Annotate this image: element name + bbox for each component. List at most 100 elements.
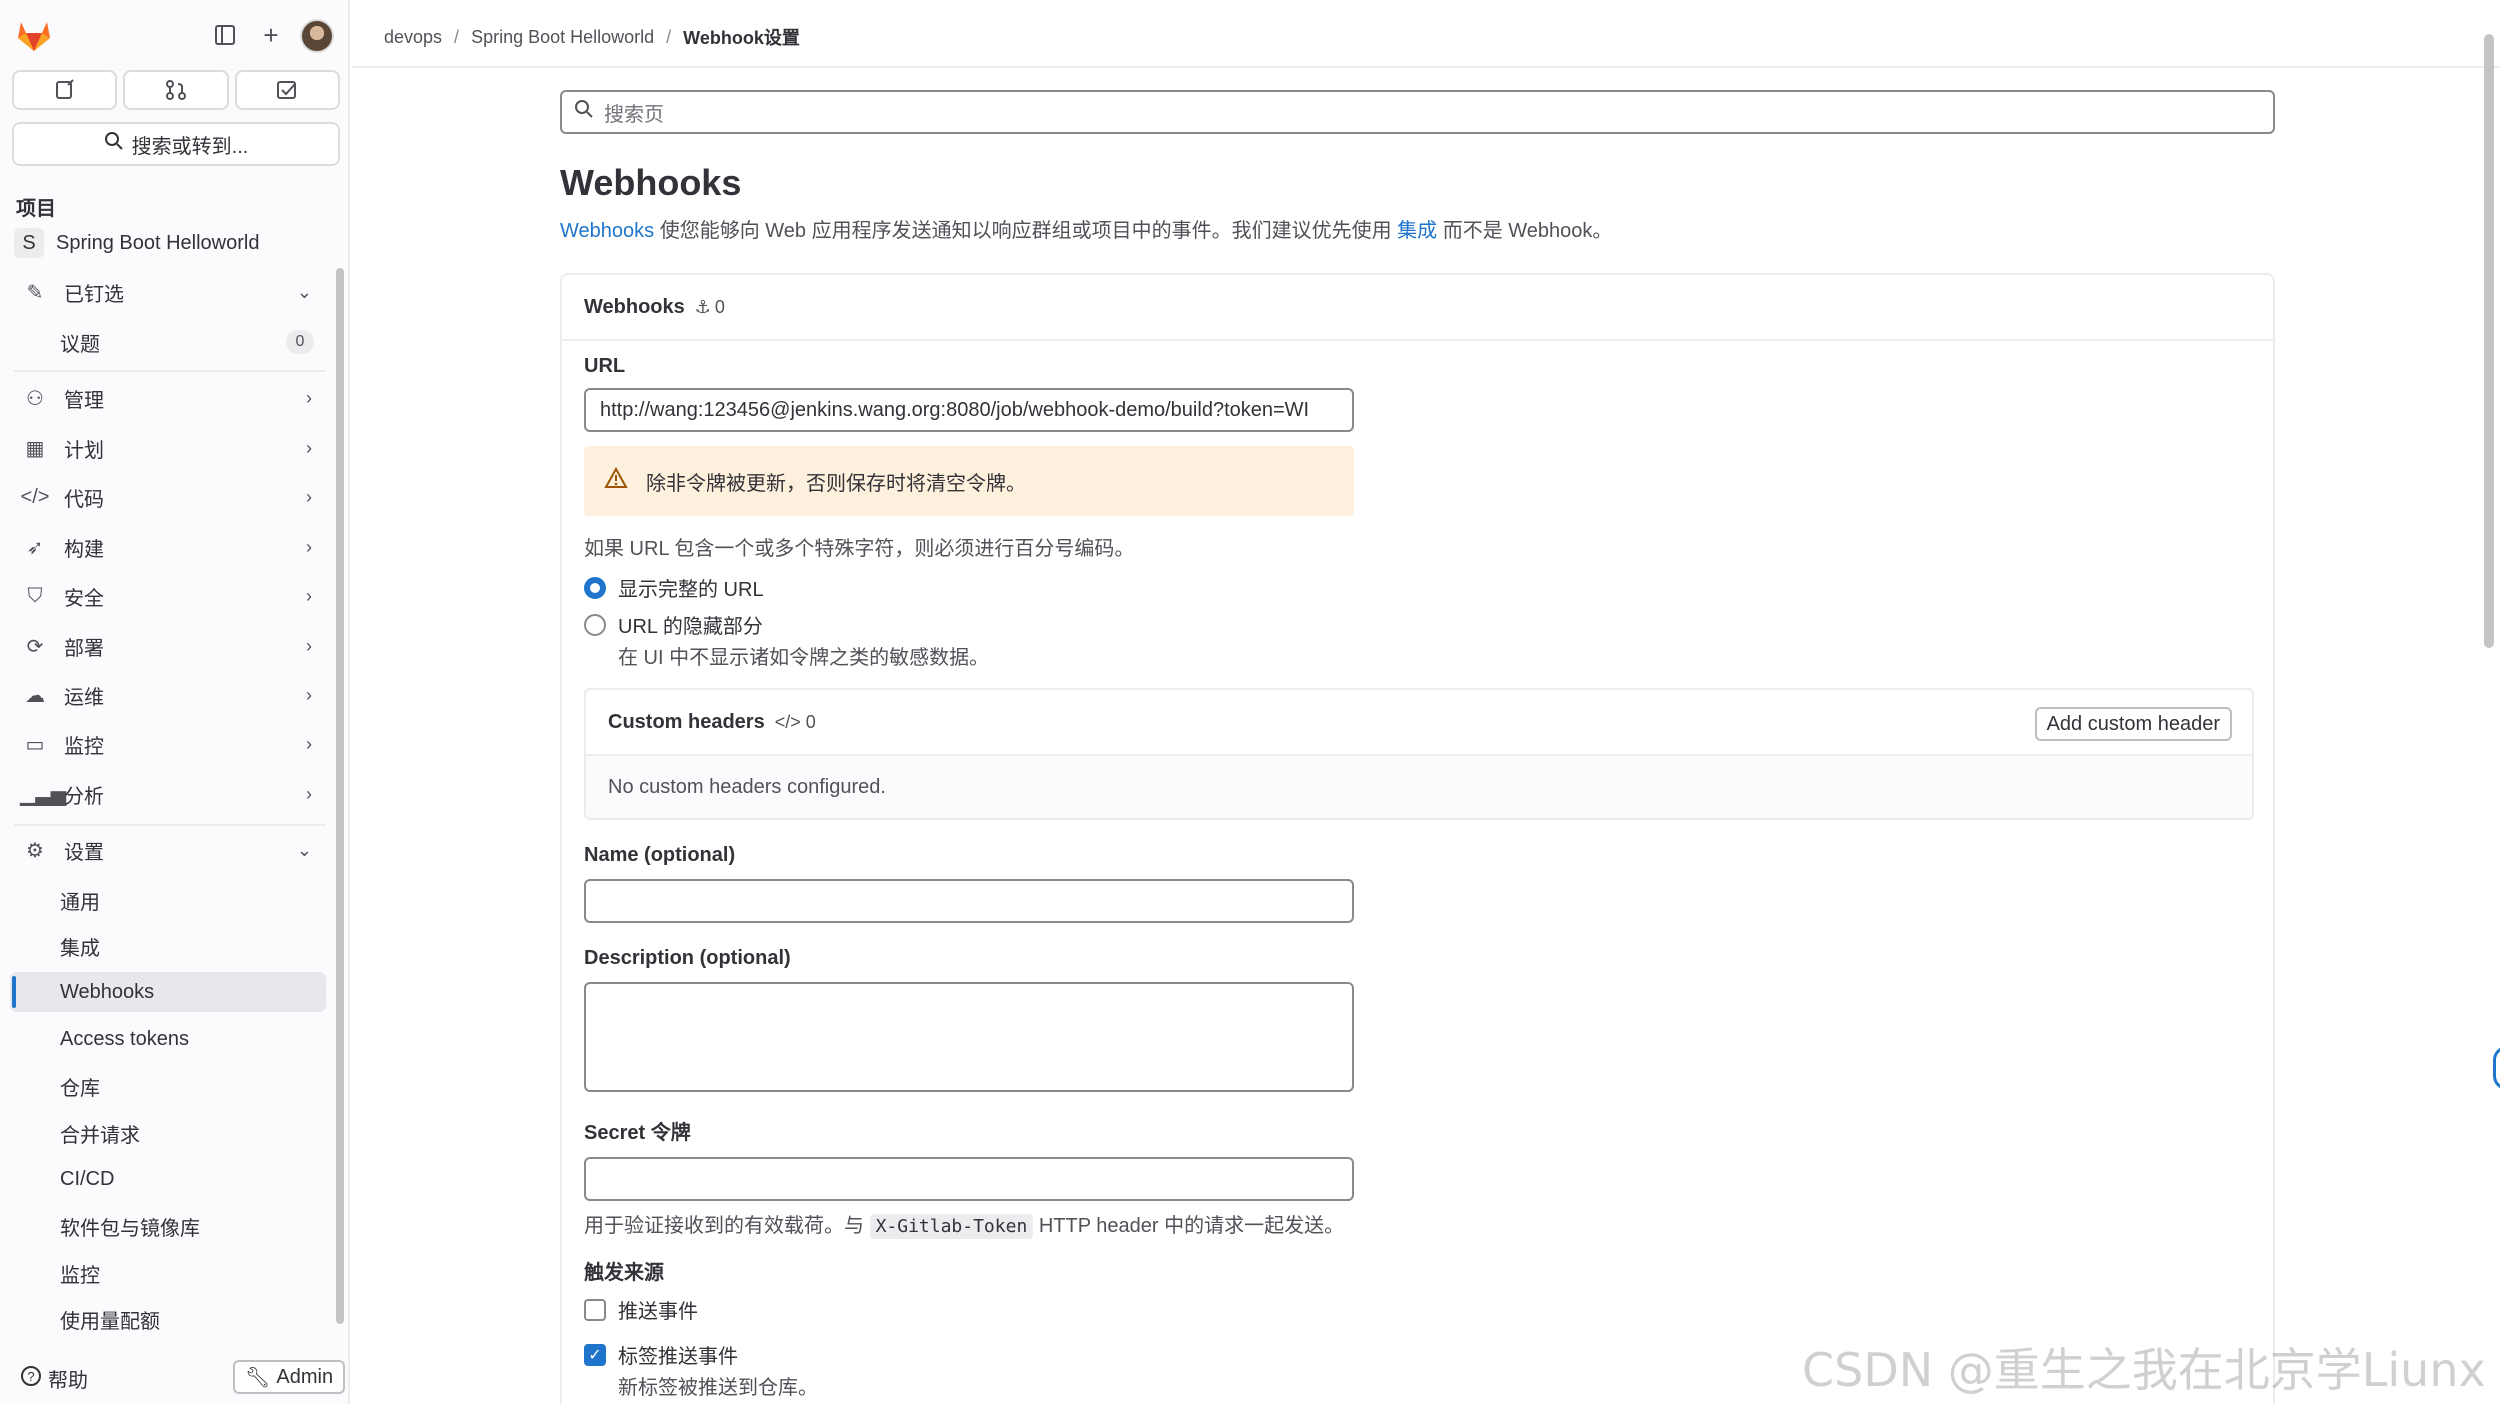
checkbox-label: 标签推送事件 bbox=[618, 1346, 738, 1368]
warning-alert: 除非令牌被更新，否则保存时将清空令牌。 bbox=[584, 446, 1354, 516]
nav-label: 运维 bbox=[64, 686, 104, 709]
nav-monitor[interactable]: ▭ 监控 › bbox=[10, 724, 326, 764]
divider bbox=[14, 370, 326, 372]
lead-text-end: 而不是 Webhook。 bbox=[1437, 220, 1613, 242]
chevron-right-icon: › bbox=[306, 437, 312, 458]
add-custom-header-button[interactable]: Add custom header bbox=[2034, 707, 2232, 741]
avatar[interactable] bbox=[300, 19, 334, 53]
radio-button-checked[interactable] bbox=[584, 576, 606, 599]
nav-settings-merge-requests[interactable]: 合并请求 bbox=[10, 1113, 326, 1153]
project-avatar: S bbox=[14, 228, 44, 258]
todo-icon[interactable] bbox=[234, 70, 340, 110]
custom-headers-header: Custom headers </> 0 Add custom header bbox=[586, 690, 2252, 756]
nav-label: 代码 bbox=[64, 488, 104, 511]
radio-show-full-url[interactable]: 显示完整的 URL bbox=[584, 573, 2254, 602]
secret-help-text: 用于验证接收到的有效载荷。与 X-Gitlab-Token HTTP heade… bbox=[584, 1209, 2254, 1239]
sidebar-scrollbar[interactable] bbox=[336, 268, 344, 1324]
alert-text: 除非令牌被更新，否则保存时将清空令牌。 bbox=[646, 472, 1026, 495]
chevron-right-icon: › bbox=[306, 486, 312, 507]
radio-mask-url[interactable]: URL 的隐藏部分 bbox=[584, 610, 2254, 639]
gear-icon: ⚙ bbox=[26, 839, 44, 862]
gitlab-logo-icon[interactable] bbox=[16, 18, 52, 52]
nav-pinned[interactable]: ✎ 已钉选 ⌄ bbox=[10, 272, 326, 312]
floating-widget[interactable] bbox=[2493, 1046, 2500, 1090]
calendar-icon: ▦ bbox=[25, 437, 45, 460]
project-link[interactable]: S Spring Boot Helloworld bbox=[14, 228, 259, 258]
issues-icon[interactable] bbox=[12, 70, 118, 110]
anchor-icon: ⚓︎ bbox=[694, 296, 711, 317]
nav-settings-cicd[interactable]: CI/CD bbox=[10, 1159, 326, 1199]
plus-icon[interactable]: + bbox=[256, 20, 286, 50]
radio-label: 显示完整的 URL bbox=[618, 579, 764, 601]
admin-label: Admin bbox=[276, 1365, 334, 1388]
deploy-icon: ⟳ bbox=[26, 635, 44, 658]
radio-help-text: 在 UI 中不显示诸如令牌之类的敏感数据。 bbox=[618, 647, 990, 669]
integrations-link[interactable]: 集成 bbox=[1397, 220, 1437, 242]
search-icon bbox=[104, 131, 124, 157]
nav-settings-monitor[interactable]: 监控 bbox=[10, 1253, 326, 1293]
name-input[interactable] bbox=[584, 879, 1354, 923]
count-badge: 0 bbox=[286, 330, 314, 354]
breadcrumb-separator: / bbox=[454, 26, 460, 47]
sidebar-search-button[interactable]: 搜索或转到... bbox=[12, 122, 340, 166]
nav-plan[interactable]: ▦ 计划 › bbox=[10, 428, 326, 468]
nav-settings-integrations[interactable]: 集成 bbox=[10, 926, 326, 966]
code-icon: </> bbox=[20, 485, 50, 508]
nav-label: 议题 bbox=[60, 333, 100, 356]
nav-security[interactable]: ⛉ 安全 › bbox=[10, 576, 326, 616]
nav-manage[interactable]: ⚇ 管理 › bbox=[10, 378, 326, 418]
checkbox[interactable] bbox=[584, 1298, 606, 1321]
nav-settings-repository[interactable]: 仓库 bbox=[10, 1066, 326, 1106]
chevron-right-icon: › bbox=[306, 635, 312, 656]
name-label: Name (optional) bbox=[584, 844, 736, 866]
page-scrollbar[interactable] bbox=[2484, 34, 2494, 648]
webhooks-doc-link[interactable]: Webhooks bbox=[560, 220, 654, 242]
header-code: X-Gitlab-Token bbox=[869, 1214, 1034, 1239]
admin-button[interactable]: 🔧︎ Admin bbox=[233, 1360, 346, 1394]
nav-deploy[interactable]: ⟳ 部署 › bbox=[10, 626, 326, 666]
nav-label: 部署 bbox=[64, 637, 104, 660]
nav-settings-general[interactable]: 通用 bbox=[10, 880, 326, 920]
monitor-icon: ▭ bbox=[25, 733, 45, 756]
nav-label: 使用量配额 bbox=[60, 1310, 160, 1333]
checkbox-checked[interactable]: ✓ bbox=[584, 1343, 606, 1366]
trigger-push-events[interactable]: 推送事件 bbox=[584, 1295, 2254, 1324]
nav-build[interactable]: ➶ 构建 › bbox=[10, 527, 326, 567]
nav-label: 监控 bbox=[64, 735, 104, 758]
nav-settings[interactable]: ⚙ 设置 ⌄ bbox=[10, 830, 326, 870]
chevron-down-icon: ⌄ bbox=[296, 839, 312, 860]
url-input[interactable]: http://wang:123456@jenkins.wang.org:8080… bbox=[584, 388, 1354, 432]
secret-input[interactable] bbox=[584, 1157, 1354, 1201]
nav-code[interactable]: </> 代码 › bbox=[10, 477, 326, 517]
nav-label: 软件包与镜像库 bbox=[60, 1217, 200, 1240]
page-search-input[interactable]: 搜索页 bbox=[560, 90, 2275, 134]
nav-settings-packages[interactable]: 软件包与镜像库 bbox=[10, 1206, 326, 1246]
nav-item-issues[interactable]: 议题 0 bbox=[10, 322, 326, 362]
help-button[interactable]: ? 帮助 bbox=[20, 1364, 88, 1393]
chevron-right-icon: › bbox=[306, 585, 312, 606]
merge-request-icon[interactable] bbox=[123, 70, 229, 110]
nav-label: 管理 bbox=[64, 389, 104, 412]
search-icon bbox=[574, 99, 594, 125]
description-textarea[interactable] bbox=[584, 982, 1354, 1092]
nav-settings-webhooks[interactable]: Webhooks bbox=[10, 972, 326, 1012]
sidebar-top: + bbox=[0, 0, 350, 70]
sidebar: + 搜索或转到... 项目 S Spring Boot Helloworld ✎… bbox=[0, 0, 350, 1404]
card-title: Webhooks bbox=[584, 295, 685, 318]
nav-settings-usage-quotas[interactable]: 使用量配额 bbox=[10, 1299, 326, 1339]
breadcrumb-project[interactable]: Spring Boot Helloworld bbox=[471, 27, 654, 48]
sidebar-toggle-icon[interactable] bbox=[210, 20, 240, 50]
nav-label: 监控 bbox=[60, 1264, 100, 1287]
breadcrumb-group[interactable]: devops bbox=[384, 27, 442, 48]
nav-operate[interactable]: ☁ 运维 › bbox=[10, 675, 326, 715]
sidebar-footer: ? 帮助 🔧︎ Admin bbox=[0, 1350, 350, 1404]
nav-label: CI/CD bbox=[60, 1167, 115, 1190]
nav-settings-access-tokens[interactable]: Access tokens bbox=[10, 1019, 326, 1059]
custom-headers-title: Custom headers bbox=[608, 710, 765, 733]
radio-button[interactable] bbox=[584, 613, 606, 636]
chart-icon: ▁▃▅ bbox=[20, 783, 67, 806]
breadcrumb-current[interactable]: Webhook设置 bbox=[683, 24, 800, 50]
webhook-form: URL http://wang:123456@jenkins.wang.org:… bbox=[584, 355, 2254, 1400]
help-label: 帮助 bbox=[48, 1370, 88, 1392]
nav-analyze[interactable]: ▁▃▅ 分析 › bbox=[10, 774, 326, 814]
